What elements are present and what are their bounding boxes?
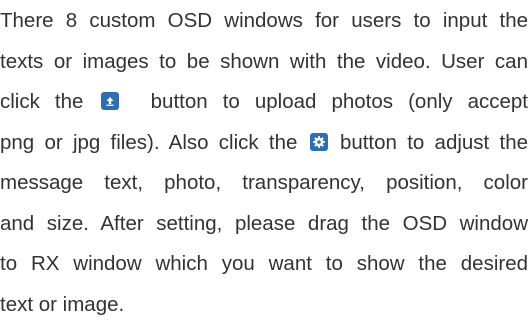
text-fragment: button to adjust the [339,130,528,154]
text-line-4: png or jpg files). Also click the button… [0,123,528,164]
text-fragment: png or jpg files). Also click the [0,130,298,154]
text-line-3: click the button to upload photos (only … [0,82,528,123]
text-line-8: text or image. [0,292,125,316]
gear-icon [309,132,328,151]
text-line-1: There 8 custom OSD windows for users to … [0,9,528,32]
document-paragraph: There 8 custom OSD windows for users to … [0,0,529,326]
text-line-7: to RX window which you want to show the … [0,252,528,275]
text-line-6: and size. After setting, please drag the… [0,211,528,235]
upload-icon [100,92,119,110]
text-fragment: click the [0,90,84,113]
text-line-2: texts or images to be shown with the vid… [0,49,528,73]
text-line-5: message text, photo, transparency, posit… [0,171,528,194]
text-fragment: button to upload photos (only accept [150,90,528,113]
